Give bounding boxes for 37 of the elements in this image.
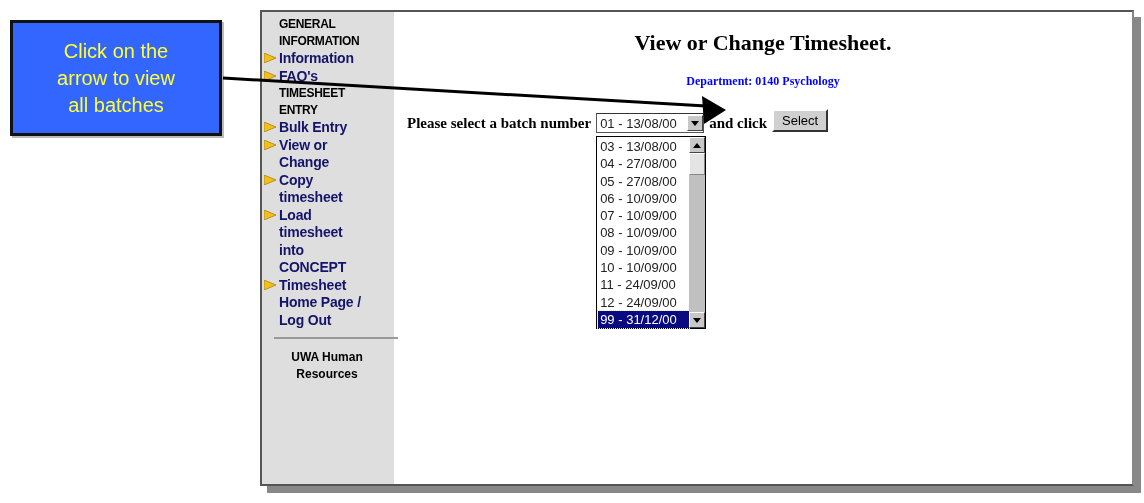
sidebar-footer: UWA Human Resources [272, 349, 382, 383]
triangle-icon [264, 139, 276, 150]
dropdown-option[interactable]: 10 - 10/09/00 [598, 259, 690, 277]
dropdown-option[interactable]: 05 - 27/08/00 [598, 172, 690, 190]
scroll-down-icon[interactable] [689, 312, 706, 329]
sidebar-link[interactable]: View or Change [279, 136, 361, 172]
sidebar-link[interactable]: Bulk Entry [279, 119, 361, 137]
dropdown-option[interactable]: 99 - 31/12/00 [598, 310, 690, 329]
dropdown-option[interactable]: 12 - 24/09/00 [598, 293, 690, 311]
sidebar-link[interactable]: Load timesheet into CONCEPT [279, 206, 361, 277]
sidebar-link[interactable]: Information [279, 50, 361, 68]
dropdown-option[interactable]: 11 - 24/09/00 [598, 276, 690, 294]
triangle-icon [264, 174, 276, 185]
triangle-icon [264, 53, 276, 63]
triangle-icon [264, 209, 276, 220]
dropdown-option[interactable]: 03 - 13/08/00 [598, 138, 690, 156]
prompt-text: Please select a batch number [407, 114, 592, 132]
select-button[interactable]: Select [772, 108, 829, 132]
dropdown-option[interactable]: 06 - 10/09/00 [598, 189, 690, 208]
scroll-thumb[interactable] [689, 153, 706, 175]
page-title: View or Change Timesheet. [634, 30, 892, 56]
triangle-icon [264, 122, 276, 132]
scrollbar[interactable] [689, 137, 706, 329]
sidebar-link[interactable]: Timesheet Home Page / Log Out [279, 276, 361, 329]
sidebar-link[interactable]: Copy timesheet [279, 171, 361, 207]
scroll-up-icon[interactable] [689, 137, 706, 153]
department-label: Department: 0140 Psychology [686, 74, 840, 89]
triangle-icon [264, 279, 276, 290]
dropdown-option[interactable]: 04 - 27/08/00 [598, 155, 690, 173]
triangle-icon [264, 70, 276, 81]
sidebar-heading: GENERAL INFORMATION [278, 16, 361, 50]
dropdown-option[interactable]: 08 - 10/09/00 [598, 224, 690, 242]
dropdown-option[interactable]: 07 - 10/09/00 [598, 207, 690, 225]
dropdown-option[interactable]: 09 - 10/09/00 [598, 241, 690, 260]
callout-box: Click on the arrow to view all batches [10, 20, 222, 136]
sidebar-heading: TIMESHEET ENTRY [278, 85, 347, 119]
instruction-text: and click [709, 114, 768, 132]
